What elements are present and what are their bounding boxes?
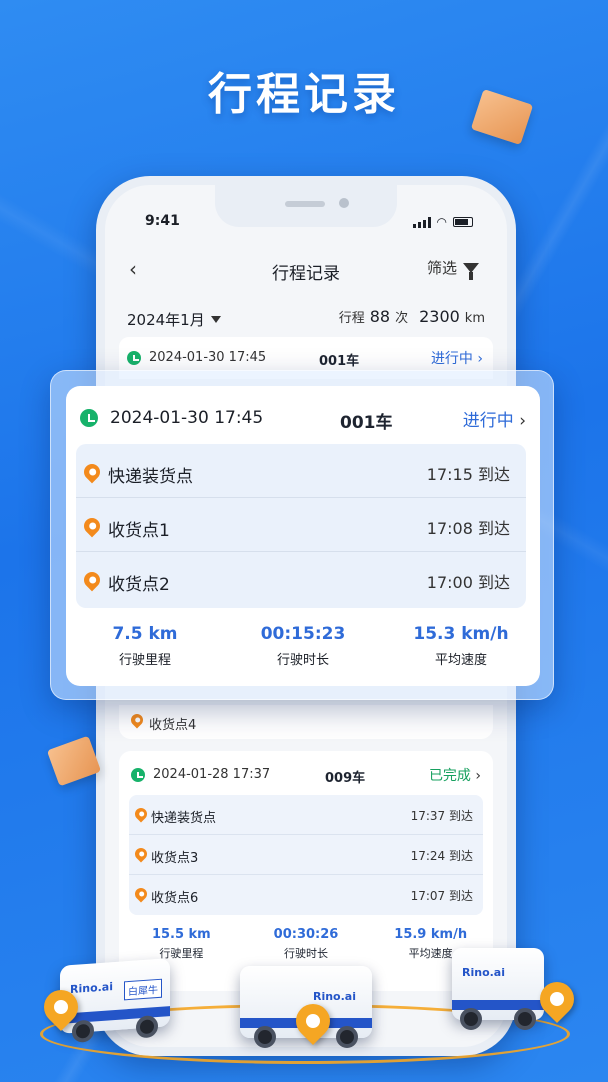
trips-label: 行程 [338,311,365,326]
trip-datetime: 2024-01-30 17:45 [149,350,267,365]
location-pin-icon [132,885,150,903]
battery-icon [453,217,473,227]
location-pin-icon [80,514,104,538]
trip-status[interactable]: 已完成 › [429,765,481,785]
metric-label: 行驶里程 [159,947,204,960]
metric-label: 平均速度 [434,653,487,668]
trip-status-label: 进行中 [430,351,473,367]
location-pin-icon [80,568,104,592]
trip-card-in-progress[interactable]: 2024-01-30 17:45 001车 进行中 › 快递装货点 17:15 … [66,386,540,686]
trip-summary: 2024年1月 行程 88 次 2300 km [127,303,485,333]
metric-value: 15.3 km/h [413,624,509,644]
status-time: 9:41 [145,213,180,229]
trip-status[interactable]: 进行中 › [431,348,483,368]
delivery-vehicle: Rino.ai [452,948,544,1030]
stop-row: 快递装货点 17:15 到达 [76,444,526,498]
stop-time: 17:07 到达 [410,889,473,903]
trip-stats: 行程 88 次 2300 km [339,307,485,326]
metric-label: 行驶时长 [284,947,328,960]
speaker [285,201,325,207]
stop-time: 17:08 到达 [426,519,510,538]
delivery-vehicle: Rino.ai 白犀牛 [60,958,170,1044]
stop-row: 快递装货点 17:37 到达 [129,795,483,835]
stop-name: 收货点3 [151,851,199,866]
stop-time: 17:37 到达 [410,809,473,823]
distance-unit: km [464,311,485,326]
trip-card-completed[interactable]: 2024-01-28 17:37 009车 已完成 › 快递装货点 17:37 … [119,751,493,991]
stop-list: 快递装货点 17:37 到达 收货点3 17:24 到达 收货点6 17:07 … [129,795,483,915]
stop-time: 17:00 到达 [426,573,510,592]
filter-button[interactable]: 筛选 [426,257,479,280]
trip-vehicle: 001车 [319,354,360,369]
stop-row: 收货点3 17:24 到达 [129,835,483,875]
nav-bar: ‹ 行程记录 筛选 [105,255,507,285]
funnel-icon [463,262,479,280]
metric-value: 00:30:26 [273,927,339,942]
trip-metrics: 7.5 km 行驶里程 00:15:23 行驶时长 15.3 km/h 平均速度 [66,624,540,668]
vehicle-logo: Rino.ai [70,980,114,997]
trips-count: 88 [369,307,391,326]
vehicle-plate: 白犀牛 [124,978,162,1001]
wifi-icon: ◠ [436,215,447,229]
stop-row: 收货点6 17:07 到达 [129,875,483,915]
clock-icon [127,351,141,365]
month-selector[interactable]: 2024年1月 [127,309,221,330]
filter-label: 筛选 [426,259,457,277]
location-pin-icon [128,711,146,729]
phone-notch [215,185,397,227]
trip-card-header: 2024-01-28 17:37 009车 已完成 › [119,763,493,787]
clock-icon [80,409,98,427]
stop-time: 17:15 到达 [426,465,510,484]
stop-name: 收货点2 [108,575,170,595]
stop-name: 收货点4 [149,718,197,733]
trip-card-partial: 收货点4 [119,705,493,739]
caret-down-icon [210,316,221,323]
trip-vehicle: 001车 [340,413,393,433]
metric-duration: 00:15:23 行驶时长 [224,624,382,668]
stop-row: 收货点1 17:08 到达 [76,498,526,552]
metric-value: 15.9 km/h [394,927,468,942]
trip-datetime: 2024-01-30 17:45 [110,408,264,428]
trips-unit: 次 [395,311,409,326]
trip-vehicle: 009车 [325,771,366,786]
signal-icon [412,216,431,228]
distance-value: 2300 [419,307,460,326]
metric-distance: 7.5 km 行驶里程 [66,624,224,668]
vehicle-logo: Rino.ai [462,966,506,979]
stop-name: 收货点6 [151,891,199,906]
trip-status[interactable]: 进行中 › [463,406,526,431]
trip-status-label: 已完成 [428,768,471,784]
status-icons: ◠ [412,215,473,229]
stop-name: 快递装货点 [151,811,217,826]
trip-metrics: 15.5 km 行驶里程 00:30:26 行驶时长 15.9 km/h 平均速… [119,927,493,961]
trip-datetime: 2024-01-28 17:37 [153,767,271,782]
stop-time: 17:24 到达 [410,849,473,863]
stop-name: 收货点1 [108,521,170,541]
location-pin-icon [132,845,150,863]
camera [339,198,349,208]
location-pin-icon [80,460,104,484]
location-pin-icon [132,805,150,823]
metric-label: 行驶里程 [118,653,171,668]
stop-name: 快递装货点 [108,467,193,487]
trip-card-header: 2024-01-30 17:45 001车 进行中 › [66,404,540,433]
metric-label: 行驶时长 [276,653,329,668]
metric-speed: 15.3 km/h 平均速度 [382,624,540,668]
metric-value: 15.5 km [151,927,211,942]
vehicle-logo: Rino.ai [312,990,356,1003]
metric-value: 7.5 km [112,624,178,644]
stop-row: 收货点2 17:00 到达 [76,552,526,606]
metric-distance: 15.5 km 行驶里程 [119,927,244,961]
month-label: 2024年1月 [127,311,205,329]
trip-status-label: 进行中 [462,411,514,431]
metric-duration: 00:30:26 行驶时长 [244,927,369,961]
metric-value: 00:15:23 [260,624,346,644]
stop-list: 快递装货点 17:15 到达 收货点1 17:08 到达 收货点2 17:00 … [76,444,526,608]
clock-icon [131,768,145,782]
